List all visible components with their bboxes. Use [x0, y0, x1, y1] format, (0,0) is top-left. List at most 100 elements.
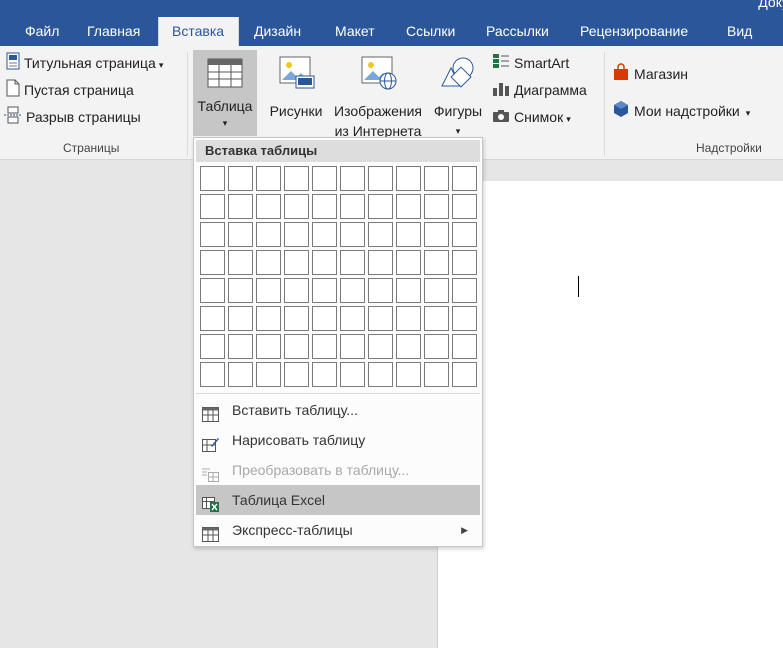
smartart-button[interactable]: SmartArt: [492, 52, 569, 74]
grid-cell[interactable]: [256, 334, 281, 359]
tab-design[interactable]: Дизайн: [250, 17, 305, 46]
pictures-button[interactable]: Рисунки: [266, 50, 326, 121]
grid-cell[interactable]: [396, 194, 421, 219]
tab-layout[interactable]: Макет: [331, 17, 379, 46]
tab-insert[interactable]: Вставка: [158, 17, 239, 46]
grid-cell[interactable]: [396, 334, 421, 359]
grid-cell[interactable]: [200, 250, 225, 275]
tab-file[interactable]: Файл: [21, 17, 63, 46]
grid-cell[interactable]: [284, 278, 309, 303]
tab-view[interactable]: Вид: [723, 17, 756, 46]
grid-cell[interactable]: [256, 222, 281, 247]
grid-cell[interactable]: [312, 166, 337, 191]
grid-cell[interactable]: [340, 166, 365, 191]
grid-cell[interactable]: [284, 166, 309, 191]
grid-cell[interactable]: [256, 166, 281, 191]
grid-cell[interactable]: [200, 362, 225, 387]
tab-mailings[interactable]: Рассылки: [482, 17, 553, 46]
grid-cell[interactable]: [312, 334, 337, 359]
tab-home[interactable]: Главная: [83, 17, 144, 46]
grid-cell[interactable]: [424, 250, 449, 275]
grid-cell[interactable]: [424, 306, 449, 331]
grid-cell[interactable]: [452, 194, 477, 219]
grid-cell[interactable]: [200, 166, 225, 191]
grid-cell[interactable]: [424, 334, 449, 359]
grid-cell[interactable]: [368, 334, 393, 359]
grid-cell[interactable]: [452, 334, 477, 359]
grid-cell[interactable]: [312, 306, 337, 331]
grid-cell[interactable]: [200, 306, 225, 331]
grid-cell[interactable]: [284, 194, 309, 219]
grid-cell[interactable]: [256, 194, 281, 219]
grid-cell[interactable]: [228, 166, 253, 191]
grid-cell[interactable]: [312, 362, 337, 387]
grid-cell[interactable]: [200, 194, 225, 219]
grid-cell[interactable]: [284, 334, 309, 359]
grid-cell[interactable]: [396, 250, 421, 275]
grid-cell[interactable]: [256, 362, 281, 387]
excel-table-item[interactable]: Таблица Excel: [196, 485, 480, 515]
grid-cell[interactable]: [340, 334, 365, 359]
grid-cell[interactable]: [340, 306, 365, 331]
grid-cell[interactable]: [368, 250, 393, 275]
grid-cell[interactable]: [368, 194, 393, 219]
store-button[interactable]: Магазин: [612, 63, 688, 85]
grid-cell[interactable]: [396, 222, 421, 247]
grid-cell[interactable]: [284, 362, 309, 387]
grid-cell[interactable]: [368, 166, 393, 191]
grid-cell[interactable]: [284, 250, 309, 275]
grid-cell[interactable]: [312, 222, 337, 247]
grid-cell[interactable]: [424, 194, 449, 219]
grid-cell[interactable]: [228, 278, 253, 303]
grid-cell[interactable]: [228, 334, 253, 359]
grid-cell[interactable]: [452, 222, 477, 247]
grid-cell[interactable]: [340, 222, 365, 247]
page-break-button[interactable]: Разрыв страницы: [4, 106, 141, 128]
grid-cell[interactable]: [256, 278, 281, 303]
grid-cell[interactable]: [200, 278, 225, 303]
grid-cell[interactable]: [256, 306, 281, 331]
tab-review[interactable]: Рецензирование: [576, 17, 692, 46]
grid-cell[interactable]: [340, 194, 365, 219]
screenshot-button[interactable]: Снимок ▾: [492, 106, 571, 128]
chart-button[interactable]: Диаграмма: [492, 79, 587, 101]
grid-cell[interactable]: [368, 278, 393, 303]
grid-cell[interactable]: [312, 250, 337, 275]
grid-cell[interactable]: [228, 222, 253, 247]
grid-cell[interactable]: [312, 194, 337, 219]
grid-cell[interactable]: [312, 278, 337, 303]
grid-cell[interactable]: [424, 166, 449, 191]
convert-to-table-item[interactable]: Преобразовать в таблицу...: [196, 455, 480, 485]
grid-cell[interactable]: [396, 306, 421, 331]
grid-cell[interactable]: [368, 362, 393, 387]
grid-cell[interactable]: [228, 362, 253, 387]
grid-cell[interactable]: [228, 194, 253, 219]
grid-cell[interactable]: [284, 306, 309, 331]
grid-cell[interactable]: [228, 250, 253, 275]
table-button[interactable]: Таблица ▾: [193, 50, 257, 136]
grid-cell[interactable]: [424, 278, 449, 303]
grid-cell[interactable]: [256, 250, 281, 275]
cover-page-button[interactable]: Титульная страница ▾: [6, 52, 163, 74]
table-size-grid[interactable]: [200, 166, 480, 390]
quick-tables-item[interactable]: Экспресс-таблицы ▶: [196, 515, 480, 545]
grid-cell[interactable]: [340, 278, 365, 303]
insert-table-item[interactable]: Вставить таблицу...: [196, 395, 480, 425]
blank-page-button[interactable]: Пустая страница: [6, 79, 134, 101]
grid-cell[interactable]: [452, 306, 477, 331]
tab-references[interactable]: Ссылки: [402, 17, 459, 46]
grid-cell[interactable]: [452, 362, 477, 387]
grid-cell[interactable]: [340, 250, 365, 275]
grid-cell[interactable]: [396, 278, 421, 303]
grid-cell[interactable]: [396, 362, 421, 387]
grid-cell[interactable]: [340, 362, 365, 387]
grid-cell[interactable]: [452, 278, 477, 303]
grid-cell[interactable]: [368, 222, 393, 247]
draw-table-item[interactable]: Нарисовать таблицу: [196, 425, 480, 455]
grid-cell[interactable]: [452, 250, 477, 275]
grid-cell[interactable]: [200, 334, 225, 359]
my-addins-button[interactable]: Мои надстройки ▾: [612, 100, 750, 122]
document-page[interactable]: [437, 181, 783, 648]
grid-cell[interactable]: [368, 306, 393, 331]
online-pictures-button[interactable]: Изображения из Интернета: [328, 50, 428, 141]
